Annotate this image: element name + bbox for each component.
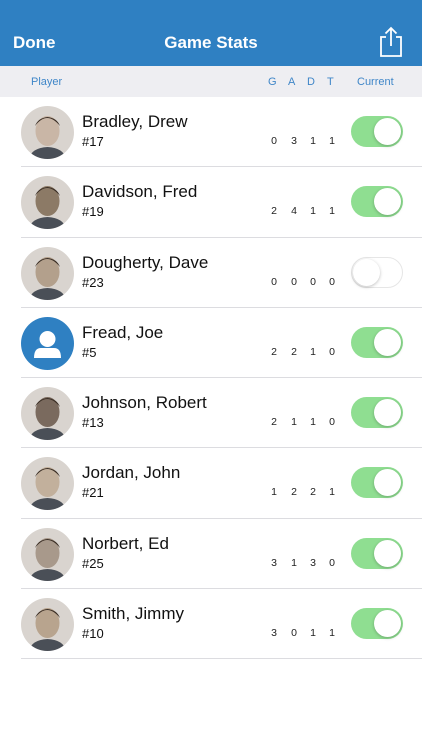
share-icon[interactable] bbox=[378, 26, 404, 58]
current-toggle[interactable] bbox=[351, 467, 403, 499]
stat-a: 3 bbox=[291, 135, 297, 147]
stat-t: 0 bbox=[329, 345, 335, 358]
player-name: Bradley, Drew bbox=[82, 112, 188, 131]
stat-t: 1 bbox=[329, 135, 335, 147]
toggle-knob bbox=[374, 118, 401, 145]
stat-g: 2 bbox=[271, 205, 277, 218]
stat-a: 2 bbox=[291, 486, 297, 499]
player-stats: 2 1 1 0 bbox=[264, 416, 344, 430]
stat-d: 2 bbox=[310, 486, 316, 499]
stat-g: 2 bbox=[271, 416, 277, 429]
stat-g: 0 bbox=[271, 135, 277, 147]
player-name: Norbert, Ed bbox=[82, 533, 169, 553]
current-toggle[interactable] bbox=[351, 608, 403, 640]
player-number: #10 bbox=[82, 626, 104, 642]
toggle-knob bbox=[374, 328, 401, 356]
player-stats: 2 4 1 1 bbox=[264, 205, 344, 219]
toggle-knob bbox=[374, 188, 401, 216]
player-row[interactable]: Norbert, Ed #25 3 1 3 0 bbox=[0, 519, 422, 590]
stat-a: 1 bbox=[291, 416, 297, 429]
stat-a: 0 bbox=[291, 275, 297, 288]
column-assists: A bbox=[288, 76, 296, 88]
player-row[interactable]: Johnson, Robert #13 2 1 1 0 bbox=[0, 378, 422, 449]
photo-avatar bbox=[21, 176, 74, 230]
column-player: Player bbox=[31, 76, 63, 88]
current-toggle[interactable] bbox=[351, 537, 403, 569]
current-toggle[interactable] bbox=[351, 186, 403, 218]
player-stats: 2 2 1 0 bbox=[264, 346, 344, 360]
player-name: Smith, Jimmy bbox=[82, 604, 184, 624]
stat-t: 1 bbox=[329, 205, 335, 218]
player-number: #19 bbox=[82, 204, 104, 220]
stat-t: 1 bbox=[329, 627, 335, 640]
player-row[interactable]: Fread, Joe #5 2 2 1 0 bbox=[0, 308, 422, 379]
stat-d: 1 bbox=[310, 627, 316, 640]
stat-g: 3 bbox=[271, 627, 277, 640]
column-t: T bbox=[327, 76, 334, 88]
player-number: #5 bbox=[82, 344, 97, 360]
player-row[interactable]: Davidson, Fred #19 2 4 1 1 bbox=[0, 167, 422, 238]
column-d: D bbox=[307, 76, 315, 88]
player-row[interactable]: Dougherty, Dave #23 0 0 0 0 bbox=[0, 238, 422, 309]
player-stats: 3 1 3 0 bbox=[264, 557, 344, 571]
stat-g: 3 bbox=[271, 556, 277, 569]
stat-g: 1 bbox=[271, 486, 277, 499]
current-toggle[interactable] bbox=[351, 326, 403, 358]
stat-d: 1 bbox=[310, 205, 316, 218]
column-current: Current bbox=[357, 76, 394, 88]
stat-t: 0 bbox=[329, 416, 335, 429]
player-stats: 0 3 1 1 bbox=[264, 135, 344, 149]
stat-d: 3 bbox=[310, 556, 316, 569]
player-name: Fread, Joe bbox=[82, 322, 164, 342]
column-header: Player G A D T Current bbox=[0, 66, 422, 97]
player-name: Davidson, Fred bbox=[82, 182, 198, 202]
stat-a: 2 bbox=[291, 345, 297, 358]
photo-avatar bbox=[21, 457, 74, 511]
player-stats: 1 2 2 1 bbox=[264, 486, 344, 500]
player-name: Jordan, John bbox=[82, 463, 181, 483]
default-person-avatar bbox=[21, 316, 74, 370]
stat-g: 0 bbox=[271, 275, 277, 288]
player-name: Dougherty, Dave bbox=[82, 252, 209, 272]
player-number: #13 bbox=[82, 415, 104, 431]
photo-avatar bbox=[21, 106, 74, 159]
player-stats: 0 0 0 0 bbox=[264, 276, 344, 290]
stat-g: 2 bbox=[271, 345, 277, 358]
navigation-bar: Done Game Stats bbox=[0, 0, 422, 66]
stat-a: 4 bbox=[291, 205, 297, 218]
current-toggle[interactable] bbox=[351, 116, 403, 147]
page-title: Game Stats bbox=[164, 33, 258, 52]
stat-t: 1 bbox=[329, 486, 335, 499]
player-row[interactable]: Smith, Jimmy #10 3 0 1 1 bbox=[0, 589, 422, 660]
player-number: #23 bbox=[82, 274, 104, 290]
player-stats: 3 0 1 1 bbox=[264, 627, 344, 641]
toggle-knob bbox=[374, 539, 401, 567]
player-list: Bradley, Drew #17 0 3 1 1 Davidson, Fred… bbox=[0, 97, 422, 660]
column-goals: G bbox=[268, 76, 277, 88]
toggle-knob bbox=[353, 258, 380, 286]
stat-t: 0 bbox=[329, 275, 335, 288]
player-row[interactable]: Bradley, Drew #17 0 3 1 1 bbox=[0, 97, 422, 168]
stat-d: 1 bbox=[310, 416, 316, 429]
stat-d: 0 bbox=[310, 275, 316, 288]
toggle-knob bbox=[374, 399, 401, 427]
player-number: #21 bbox=[82, 485, 104, 501]
stat-d: 1 bbox=[310, 345, 316, 358]
current-toggle[interactable] bbox=[351, 397, 403, 429]
toggle-knob bbox=[374, 610, 401, 638]
photo-avatar bbox=[21, 598, 74, 652]
stat-a: 0 bbox=[291, 627, 297, 640]
player-name: Johnson, Robert bbox=[82, 393, 207, 413]
player-number: #25 bbox=[82, 555, 104, 571]
photo-avatar bbox=[21, 527, 74, 581]
photo-avatar bbox=[21, 246, 74, 300]
current-toggle[interactable] bbox=[351, 256, 403, 288]
stat-d: 1 bbox=[310, 135, 316, 147]
photo-avatar bbox=[21, 387, 74, 441]
toggle-knob bbox=[374, 469, 401, 497]
stat-t: 0 bbox=[329, 556, 335, 569]
stat-a: 1 bbox=[291, 556, 297, 569]
player-row[interactable]: Jordan, John #21 1 2 2 1 bbox=[0, 448, 422, 520]
player-number: #17 bbox=[82, 134, 104, 149]
